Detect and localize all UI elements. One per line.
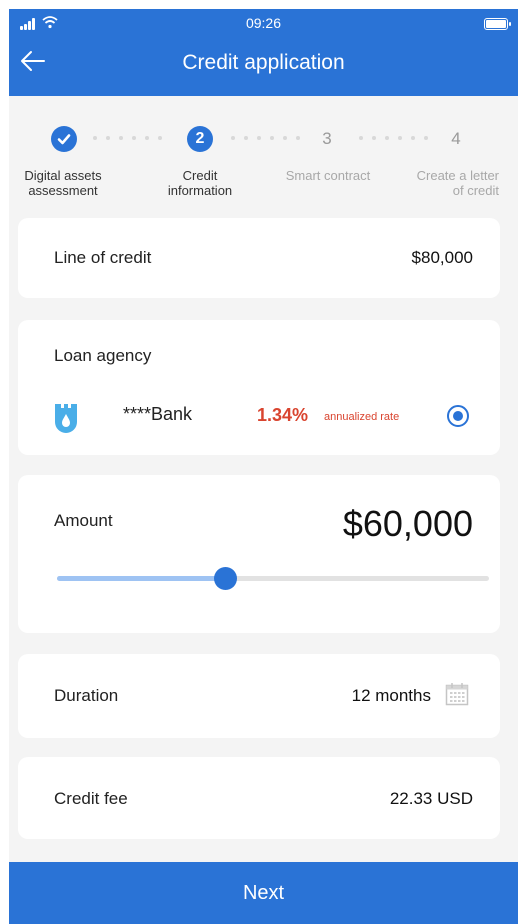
progress-stepper: 2 3 4 Digital assets assessment Credit i…: [9, 126, 518, 206]
credit-fee-value: 22.33 USD: [389, 789, 473, 808]
amount-slider[interactable]: [57, 567, 489, 590]
credit-fee-card: Credit fee 22.33 USD: [18, 757, 500, 839]
duration-value: 12 months: [351, 686, 431, 705]
next-button[interactable]: Next: [9, 862, 518, 924]
calendar-icon[interactable]: [445, 682, 469, 706]
bank-name: ****Bank: [123, 404, 193, 424]
step-4-number: 4: [451, 129, 461, 148]
check-icon: [57, 134, 71, 145]
radio-dot: [453, 411, 463, 421]
status-time: 09:26: [245, 15, 282, 31]
line-of-credit-card: Line of credit $80,000: [18, 218, 500, 298]
status-bar: 09:26: [9, 9, 518, 37]
page-title: Credit application: [182, 51, 345, 74]
duration-card[interactable]: Duration 12 months: [18, 654, 500, 738]
step-connector: [93, 136, 173, 142]
interest-rate: 1.34%: [257, 405, 309, 425]
step-1-complete: [51, 126, 77, 152]
credit-application-screen: 09:26 Credit application 2 3 4 Digital a…: [9, 9, 518, 924]
amount-value: $60,000: [342, 503, 473, 544]
amount-label: Amount: [54, 511, 113, 530]
step-3-label: Smart contract: [285, 168, 371, 183]
amount-slider-thumb[interactable]: [214, 567, 238, 590]
step-2-current: 2: [187, 126, 213, 152]
credit-fee-label: Credit fee: [54, 789, 128, 808]
amount-card: Amount $60,000: [18, 475, 500, 633]
step-connector: [359, 136, 439, 142]
step-4-label: Create a letter of credit: [416, 168, 499, 198]
rate-label: annualized rate: [324, 411, 400, 423]
amount-slider-fill: [57, 576, 226, 581]
battery-icon: [484, 18, 511, 30]
duration-label: Duration: [54, 686, 119, 705]
line-of-credit-label: Line of credit: [54, 248, 152, 267]
line-of-credit-value: $80,000: [411, 248, 473, 267]
loan-agency-card: Loan agency ****Bank 1.34% annualized ra…: [18, 320, 500, 455]
step-2-label: Credit information: [167, 168, 233, 198]
step-connector: [231, 136, 311, 142]
app-header: 09:26 Credit application: [9, 9, 518, 96]
loan-agency-label: Loan agency: [54, 346, 152, 365]
bank-tower-icon: [55, 404, 77, 433]
bank-select-radio[interactable]: [447, 405, 469, 427]
step-1-label: Digital assets assessment: [24, 168, 102, 198]
step-3-number: 3: [322, 129, 332, 148]
